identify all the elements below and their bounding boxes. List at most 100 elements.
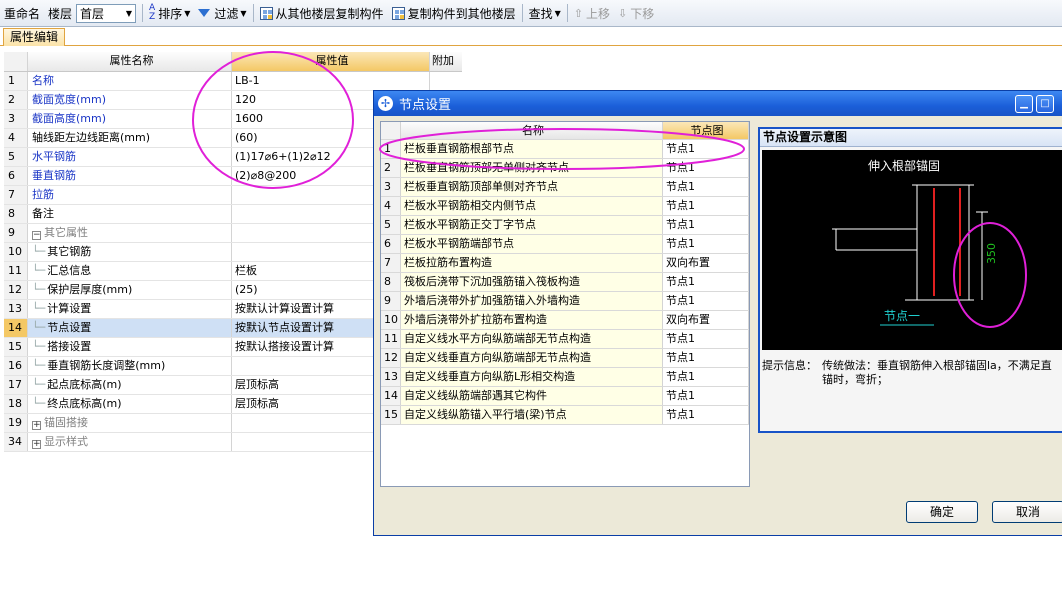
node-diagram-cell[interactable]: 节点1 bbox=[663, 292, 749, 310]
property-name-cell: 备注 bbox=[28, 205, 232, 223]
node-row-number: 8 bbox=[381, 273, 401, 291]
node-diagram-cell[interactable]: 节点1 bbox=[663, 216, 749, 234]
node-row[interactable]: 7 栏板拉筋布置构造 双向布置 bbox=[381, 254, 749, 273]
property-name-cell: └─ 其它钢筋 bbox=[28, 243, 232, 261]
node-diagram-cell[interactable]: 节点1 bbox=[663, 140, 749, 158]
floor-select[interactable]: 首层 ▼ bbox=[76, 3, 137, 23]
property-name-cell: 垂直钢筋 bbox=[28, 167, 232, 185]
node-diagram-cell[interactable]: 节点1 bbox=[663, 178, 749, 196]
copy-from-floor-button[interactable]: 从其他楼层复制构件 bbox=[256, 2, 388, 24]
property-name: 节点设置 bbox=[47, 321, 92, 334]
property-name-cell: └─ 搭接设置 bbox=[28, 338, 232, 356]
property-name: 其它钢筋 bbox=[47, 245, 92, 258]
expand-toggle-icon[interactable]: + bbox=[32, 421, 41, 430]
node-diagram-title: 节点设置示意图 bbox=[760, 129, 1062, 147]
row-number: 14 bbox=[4, 319, 28, 337]
node-header-diagram[interactable]: 节点图 bbox=[663, 122, 749, 139]
minimize-button[interactable]: ▁ bbox=[1015, 95, 1033, 113]
node-grid-header: 名称 节点图 bbox=[381, 122, 749, 140]
tab-property-edit[interactable]: 属性编辑 bbox=[3, 28, 66, 46]
node-row[interactable]: 4 栏板水平钢筋相交内侧节点 节点1 bbox=[381, 197, 749, 216]
node-row[interactable]: 14 自定义线纵筋端部遇其它构件 节点1 bbox=[381, 387, 749, 406]
dialog-title-bar[interactable]: ✢ 节点设置 bbox=[374, 91, 1062, 116]
node-name-cell: 自定义线纵筋锚入平行墙(梁)节点 bbox=[401, 406, 663, 424]
property-name-cell: └─ 起点底标高(m) bbox=[28, 376, 232, 394]
node-name-cell: 外墙后浇带外扩加强筋锚入外墙构造 bbox=[401, 292, 663, 310]
node-diagram-cell[interactable]: 节点1 bbox=[663, 406, 749, 424]
header-extra[interactable]: 附加 bbox=[430, 52, 462, 71]
node-row[interactable]: 10 外墙后浇带外扩拉筋布置构造 双向布置 bbox=[381, 311, 749, 330]
find-button[interactable]: 查找 ▼ bbox=[525, 2, 565, 24]
node-name-cell: 筏板后浇带下沉加强筋锚入筏板构造 bbox=[401, 273, 663, 291]
node-row-number: 1 bbox=[381, 140, 401, 158]
property-name-cell: 拉筋 bbox=[28, 186, 232, 204]
node-diagram-cell[interactable]: 节点1 bbox=[663, 387, 749, 405]
node-row[interactable]: 11 自定义线水平方向纵筋端部无节点构造 节点1 bbox=[381, 330, 749, 349]
node-diagram-cell[interactable]: 双向布置 bbox=[663, 311, 749, 329]
node-row-number: 13 bbox=[381, 368, 401, 386]
property-name-cell: └─ 垂直钢筋长度调整(mm) bbox=[28, 357, 232, 375]
maximize-button[interactable]: □ bbox=[1036, 95, 1054, 113]
node-diagram-cell[interactable]: 节点1 bbox=[663, 273, 749, 291]
header-property-name[interactable]: 属性名称 bbox=[28, 52, 232, 71]
row-number: 16 bbox=[4, 357, 28, 375]
tree-connector: └─ bbox=[32, 321, 46, 334]
node-header-name[interactable]: 名称 bbox=[401, 122, 663, 139]
header-property-value[interactable]: 属性值 bbox=[232, 52, 430, 71]
node-row[interactable]: 9 外墙后浇带外扩加强筋锚入外墙构造 节点1 bbox=[381, 292, 749, 311]
main-toolbar: 重命名 楼层 首层 ▼ AZ 排序 ▼ 过滤 ▼ 从其他楼层复制构件 复制构件到… bbox=[0, 0, 1062, 27]
move-up-button[interactable]: ⇧ 上移 bbox=[570, 2, 614, 24]
node-row[interactable]: 8 筏板后浇带下沉加强筋锚入筏板构造 节点1 bbox=[381, 273, 749, 292]
node-row[interactable]: 1 栏板垂直钢筋根部节点 节点1 bbox=[381, 140, 749, 159]
node-diagram-canvas: 伸入根部锚固 350 节点一 bbox=[762, 150, 1062, 350]
move-down-button[interactable]: ⇩ 下移 bbox=[614, 2, 658, 24]
row-number: 11 bbox=[4, 262, 28, 280]
property-name: 计算设置 bbox=[47, 302, 92, 315]
copy-to-floor-button[interactable]: 复制构件到其他楼层 bbox=[388, 2, 520, 24]
node-row-number: 9 bbox=[381, 292, 401, 310]
node-header-number bbox=[381, 122, 401, 139]
property-name-cell: └─ 终点底标高(m) bbox=[28, 395, 232, 413]
property-grid-header: 属性名称 属性值 附加 bbox=[4, 52, 462, 72]
minimize-icon: ▁ bbox=[1020, 98, 1028, 109]
copy-from-floor-icon bbox=[259, 6, 273, 20]
property-extra-cell[interactable] bbox=[430, 72, 462, 90]
maximize-icon: □ bbox=[1040, 98, 1050, 109]
property-row[interactable]: 1 名称 LB-1 bbox=[4, 72, 462, 91]
node-row[interactable]: 15 自定义线纵筋锚入平行墙(梁)节点 节点1 bbox=[381, 406, 749, 425]
ok-button[interactable]: 确定 bbox=[906, 501, 978, 523]
property-name-cell: − 其它属性 bbox=[28, 224, 232, 242]
node-row[interactable]: 6 栏板水平钢筋端部节点 节点1 bbox=[381, 235, 749, 254]
tab-property-edit-label: 属性编辑 bbox=[10, 30, 59, 44]
node-row[interactable]: 2 栏板垂直钢筋顶部无单侧对齐节点 节点1 bbox=[381, 159, 749, 178]
node-diagram-cell[interactable]: 节点1 bbox=[663, 368, 749, 386]
tab-bar: 属性编辑 bbox=[0, 27, 1062, 46]
expand-toggle-icon[interactable]: − bbox=[32, 231, 41, 240]
node-diagram-cell[interactable]: 节点1 bbox=[663, 349, 749, 367]
sort-button[interactable]: AZ 排序 ▼ bbox=[145, 2, 194, 24]
node-diagram-cell[interactable]: 节点1 bbox=[663, 330, 749, 348]
row-number: 13 bbox=[4, 300, 28, 318]
expand-toggle-icon[interactable]: + bbox=[32, 440, 41, 449]
sort-az-icon: AZ bbox=[149, 3, 156, 22]
node-row[interactable]: 13 自定义线垂直方向纵筋L形相交构造 节点1 bbox=[381, 368, 749, 387]
node-row[interactable]: 5 栏板水平钢筋正交丁字节点 节点1 bbox=[381, 216, 749, 235]
node-diagram-cell[interactable]: 节点1 bbox=[663, 159, 749, 177]
cancel-button[interactable]: 取消 bbox=[992, 501, 1062, 523]
filter-button[interactable]: 过滤 ▼ bbox=[194, 2, 250, 24]
rename-button[interactable]: 重命名 bbox=[0, 2, 44, 24]
row-number: 12 bbox=[4, 281, 28, 299]
node-diagram-cell[interactable]: 节点1 bbox=[663, 197, 749, 215]
node-row[interactable]: 12 自定义线垂直方向纵筋端部无节点构造 节点1 bbox=[381, 349, 749, 368]
node-name-cell: 栏板水平钢筋端部节点 bbox=[401, 235, 663, 253]
property-name: 截面宽度(mm) bbox=[32, 93, 107, 106]
property-value-cell[interactable]: LB-1 bbox=[232, 72, 430, 90]
row-number: 18 bbox=[4, 395, 28, 413]
node-name-cell: 自定义线水平方向纵筋端部无节点构造 bbox=[401, 330, 663, 348]
property-name-cell: + 锚固搭接 bbox=[28, 414, 232, 432]
node-diagram-cell[interactable]: 双向布置 bbox=[663, 254, 749, 272]
node-row[interactable]: 3 栏板垂直钢筋顶部单侧对齐节点 节点1 bbox=[381, 178, 749, 197]
node-diagram-cell[interactable]: 节点1 bbox=[663, 235, 749, 253]
row-number: 3 bbox=[4, 110, 28, 128]
row-number: 8 bbox=[4, 205, 28, 223]
